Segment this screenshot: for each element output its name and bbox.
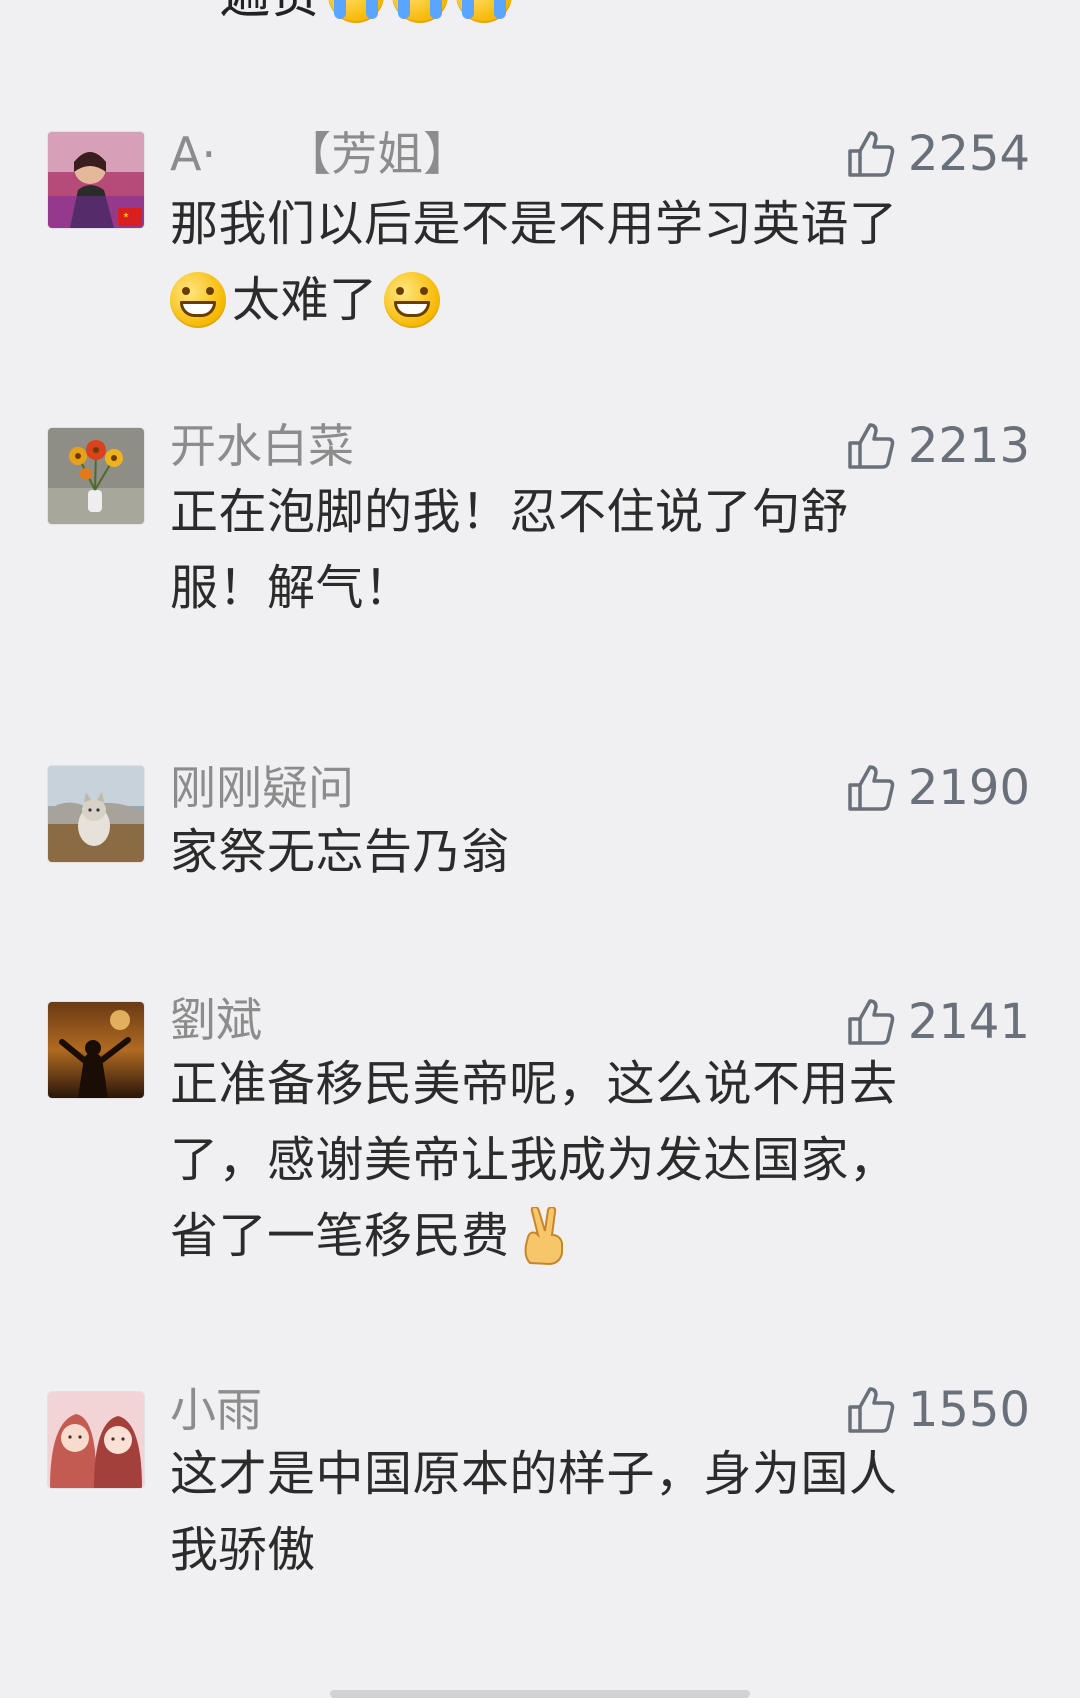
comment-author[interactable]: 小雨 — [170, 1380, 262, 1440]
comment-author[interactable]: 刚刚疑问 — [170, 758, 354, 818]
comment-line: 我骄傲 — [170, 1522, 316, 1578]
comment-line: 省了一笔移民费 — [170, 1208, 510, 1264]
crying-face-icon — [456, 0, 512, 23]
like-count: 2190 — [907, 760, 1030, 816]
thumbs-up-icon — [848, 1387, 895, 1433]
china-flag-icon — [118, 208, 142, 226]
victory-hand-icon — [516, 1207, 570, 1265]
comment-line: 那我们以后是不是不用学习英语了 — [170, 196, 898, 252]
comment-line: 这才是中国原本的样子，身为国人 — [170, 1446, 898, 1502]
avatar-flowers-icon — [48, 428, 144, 524]
like-count: 2141 — [907, 994, 1030, 1050]
previous-comment-text: 一遍赞 — [170, 0, 320, 30]
comment-body: 那我们以后是不是不用学习英语了 太难了 — [170, 186, 1030, 338]
avatar-sunset-icon — [48, 1002, 144, 1098]
like-button[interactable]: 2190 — [844, 758, 1030, 818]
comment-body: 正在泡脚的我！忍不住说了句舒 服！解气！ — [170, 474, 1030, 626]
scroll-indicator — [330, 1690, 750, 1698]
comment-line-with-emoji: 省了一笔移民费 — [170, 1198, 1030, 1274]
comment-author[interactable]: 劉斌 — [170, 990, 262, 1050]
comment-line: 正准备移民美帝呢，这么说不用去 — [170, 1056, 898, 1112]
grinning-face-icon — [170, 272, 226, 328]
avatar[interactable] — [48, 766, 144, 862]
like-count: 2213 — [907, 418, 1030, 474]
comment-body: 家祭无忘告乃翁 — [170, 814, 1030, 890]
comment-body: 这才是中国原本的样子，身为国人 我骄傲 — [170, 1436, 1030, 1588]
like-button[interactable]: 2141 — [844, 992, 1030, 1052]
thumbs-up-icon — [848, 131, 895, 177]
comment-line: 太难了 — [232, 272, 378, 328]
avatar[interactable] — [48, 428, 144, 524]
crying-face-icon — [328, 0, 384, 23]
comment-line: 了，感谢美帝让我成为发达国家， — [170, 1132, 898, 1188]
like-button[interactable]: 2254 — [844, 124, 1030, 184]
like-button[interactable]: 1550 — [844, 1380, 1030, 1440]
comment-line: 家祭无忘告乃翁 — [170, 824, 510, 880]
avatar[interactable] — [48, 1392, 144, 1488]
like-count: 2254 — [907, 126, 1030, 182]
avatar[interactable] — [48, 1002, 144, 1098]
previous-comment-tail: 一遍赞 — [170, 0, 512, 30]
like-count: 1550 — [907, 1382, 1030, 1438]
comment-author[interactable]: 开水白菜 — [170, 416, 354, 476]
avatar[interactable] — [48, 132, 144, 228]
comment-line: 正在泡脚的我！忍不住说了句舒 — [170, 484, 850, 540]
comments-page: 一遍赞 A· 【芳姐】 2254 那我们以后是不是不 — [0, 0, 1080, 1698]
thumbs-up-icon — [848, 999, 895, 1045]
comment-author[interactable]: A· 【芳姐】 — [170, 124, 469, 184]
comment-line: 服！解气！ — [170, 560, 413, 616]
thumbs-up-icon — [848, 765, 895, 811]
grinning-face-icon — [383, 272, 440, 328]
thumbs-up-icon — [848, 423, 895, 469]
comment-body: 正准备移民美帝呢，这么说不用去 了，感谢美帝让我成为发达国家， 省了一笔移民费 — [170, 1046, 1030, 1274]
avatar-cat-icon — [48, 766, 144, 862]
comment-line-with-emoji: 太难了 — [170, 262, 1030, 338]
avatar-two-girls-icon — [48, 1392, 144, 1488]
crying-face-icon — [392, 0, 448, 23]
like-button[interactable]: 2213 — [844, 416, 1030, 476]
